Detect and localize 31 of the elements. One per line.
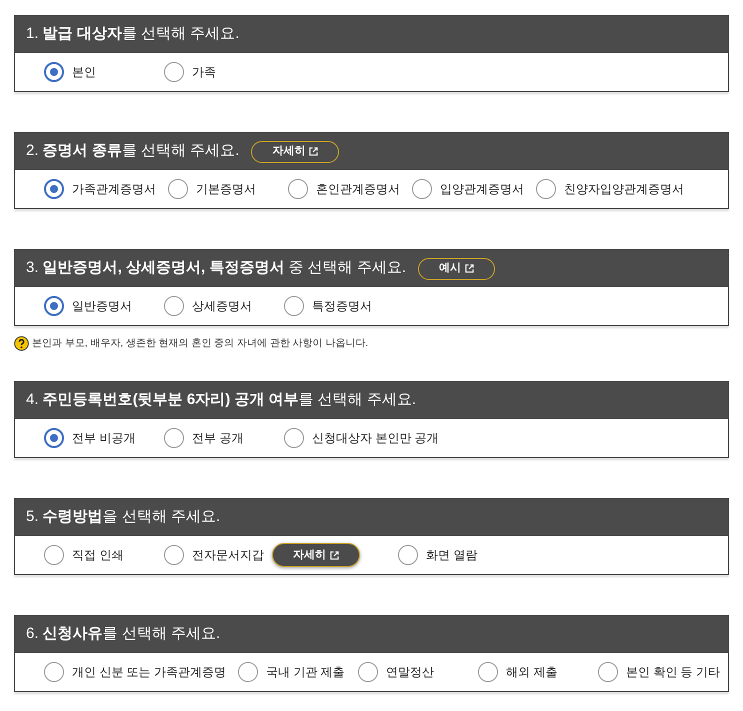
- option-label[interactable]: 전부 공개: [192, 429, 244, 447]
- option-label[interactable]: 상세증명서: [192, 297, 252, 315]
- section-title: 3. 일반증명서, 상세증명서, 특정증명서 중 선택해 주세요.: [26, 258, 406, 278]
- section-title: 1. 발급 대상자를 선택해 주세요.: [26, 24, 240, 44]
- option-label[interactable]: 본인: [72, 63, 96, 81]
- option-label[interactable]: 일반증명서: [72, 297, 132, 315]
- option-label[interactable]: 기본증명서: [196, 180, 256, 198]
- option-label[interactable]: 신청대상자 본인만 공개: [312, 429, 439, 447]
- option-label[interactable]: 본인 확인 등 기타: [626, 663, 720, 681]
- option-label[interactable]: 연말정산: [386, 663, 434, 681]
- option-label[interactable]: 특정증명서: [312, 297, 372, 315]
- option-label[interactable]: 개인 신분 또는 가족관계증명: [72, 663, 226, 681]
- section-title: 6. 신청사유를 선택해 주세요.: [26, 624, 220, 644]
- option-label[interactable]: 화면 열람: [426, 546, 478, 564]
- details-button[interactable]: 자세히: [272, 543, 360, 567]
- section-title: 4. 주민등록번호(뒷부분 6자리) 공개 여부를 선택해 주세요.: [26, 390, 416, 410]
- section-title: 5. 수령방법을 선택해 주세요.: [26, 507, 220, 528]
- details-button[interactable]: 자세히: [251, 140, 340, 162]
- details-button[interactable]: 예시: [418, 258, 496, 280]
- option-label[interactable]: 전부 비공개: [72, 429, 136, 447]
- option-label[interactable]: 해외 제출: [506, 663, 558, 681]
- option-label[interactable]: 혼인관계증명서: [316, 180, 400, 198]
- section-title: 2. 증명서 종류를 선택해 주세요.: [26, 141, 240, 162]
- option-label[interactable]: 가족: [192, 63, 216, 81]
- option-label[interactable]: 전자문서지갑: [192, 546, 264, 564]
- help-note: 본인과 부모, 배우자, 생존한 현재의 혼인 중의 자녀에 관한 사항이 나옵니다.: [32, 337, 368, 351]
- option-label[interactable]: 국내 기관 제출: [266, 663, 345, 681]
- option-label[interactable]: 가족관계증명서: [72, 180, 156, 198]
- option-label[interactable]: 친양자입양관계증명서: [564, 180, 684, 198]
- option-label[interactable]: 직접 인쇄: [72, 546, 124, 564]
- option-label[interactable]: 입양관계증명서: [440, 180, 524, 198]
